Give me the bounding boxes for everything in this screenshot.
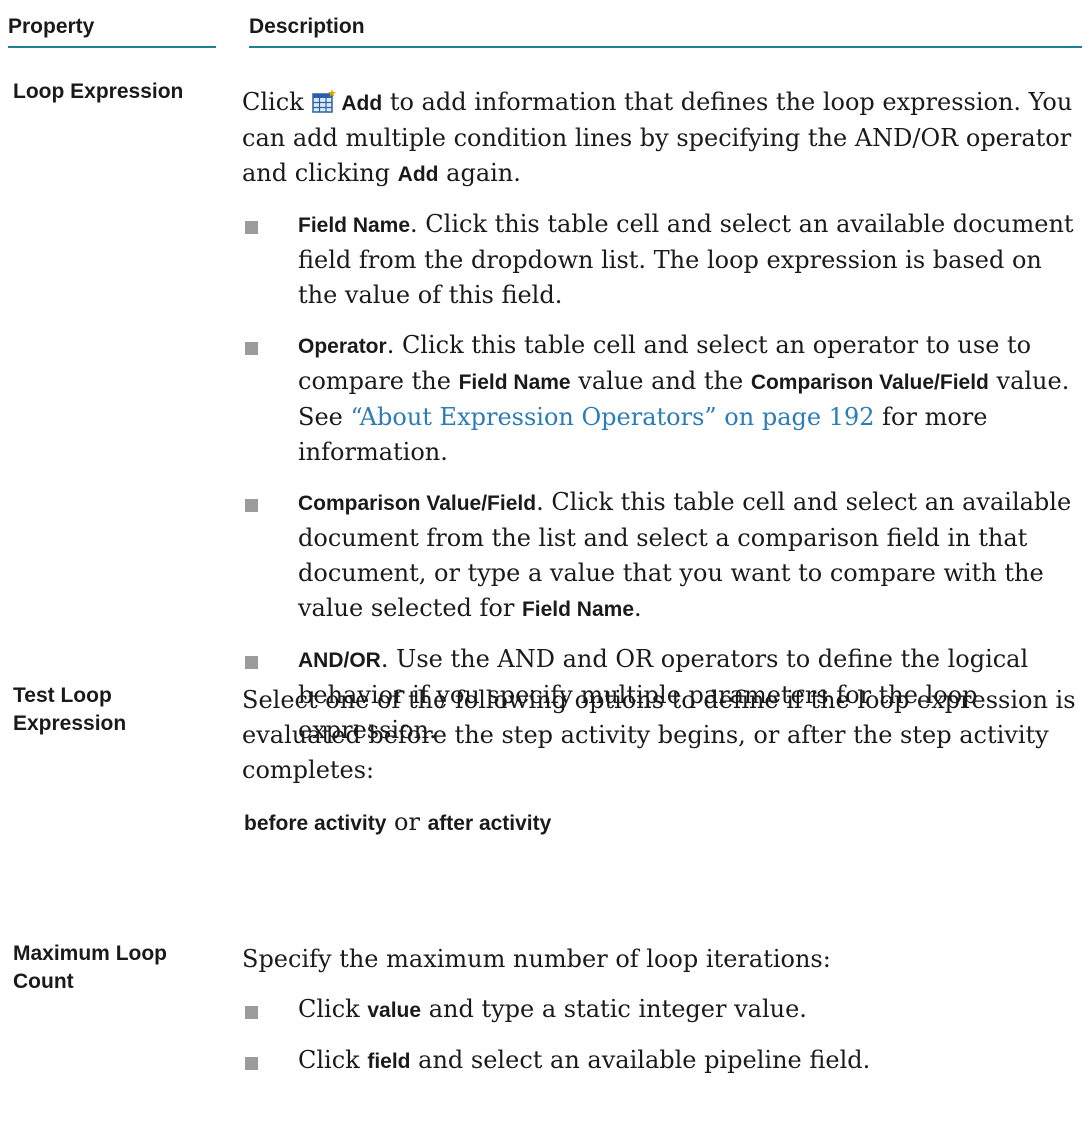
bullet-term: Comparison Value/Field — [298, 492, 537, 515]
bullet-term: Field Name — [298, 214, 411, 237]
list-item: Field Name. Click this table cell and se… — [242, 207, 1082, 313]
click-text: Click — [242, 88, 304, 116]
list-item: Click field and select an available pipe… — [242, 1043, 1082, 1079]
description-test-loop-expression: Select one of the following options to d… — [242, 683, 1082, 841]
or-text: or — [394, 808, 420, 836]
property-loop-expression: Loop Expression — [13, 80, 184, 103]
add-table-row-icon — [311, 88, 337, 114]
loop-expression-intro: Click Add to add information that define… — [242, 85, 1082, 192]
bullet-term: Operator — [298, 335, 387, 358]
list-item: Click value and type a static integer va… — [242, 992, 1082, 1028]
header-rule-property — [8, 46, 216, 48]
bullet-term: value — [367, 999, 422, 1022]
test-loop-text: Select one of the following options to d… — [242, 686, 1076, 784]
option-after-activity: after activity — [427, 812, 552, 835]
bullet-text: . Click this table cell and select an av… — [298, 210, 1074, 309]
list-item: Comparison Value/Field. Click this table… — [242, 485, 1082, 627]
bullet-term: field — [367, 1050, 411, 1073]
bullet-text: . — [634, 594, 642, 622]
bullet-text: value and the — [578, 367, 744, 395]
header-description: Description — [249, 15, 365, 38]
max-loop-bullet-list: Click value and type a static integer va… — [242, 992, 1082, 1079]
add-label-2: Add — [397, 163, 439, 186]
list-item: Operator. Click this table cell and sele… — [242, 328, 1082, 470]
loop-expression-bullet-list: Field Name. Click this table cell and se… — [242, 207, 1082, 748]
expression-operators-link[interactable]: “About Expression Operators” on page 192 — [351, 403, 875, 431]
description-maximum-loop-count: Specify the maximum number of loop itera… — [242, 942, 1082, 1079]
bullet-text: and type a static integer value. — [428, 995, 807, 1023]
bullet-text: Click — [298, 1046, 360, 1074]
property-test-loop-expression: Test Loop Expression — [13, 684, 127, 735]
header-rule-description — [249, 46, 1082, 48]
max-loop-text: Specify the maximum number of loop itera… — [242, 945, 831, 973]
intro-text-end: again. — [446, 159, 521, 187]
bullet-text: Click — [298, 995, 360, 1023]
option-before-activity: before activity — [244, 812, 387, 835]
bullet-term: Field Name — [521, 598, 635, 621]
bullet-term: Comparison Value/Field — [750, 371, 989, 394]
bullet-text: and select an available pipeline field. — [418, 1046, 871, 1074]
header-property: Property — [8, 15, 95, 38]
bullet-term: Field Name — [458, 371, 571, 394]
test-loop-options: before activity or after activity — [242, 805, 1082, 841]
property-maximum-loop-count: Maximum Loop Count — [13, 942, 168, 993]
bullet-term: AND/OR — [298, 649, 381, 672]
add-label: Add — [341, 92, 383, 115]
description-loop-expression: Click Add to add information that define… — [242, 85, 1082, 748]
